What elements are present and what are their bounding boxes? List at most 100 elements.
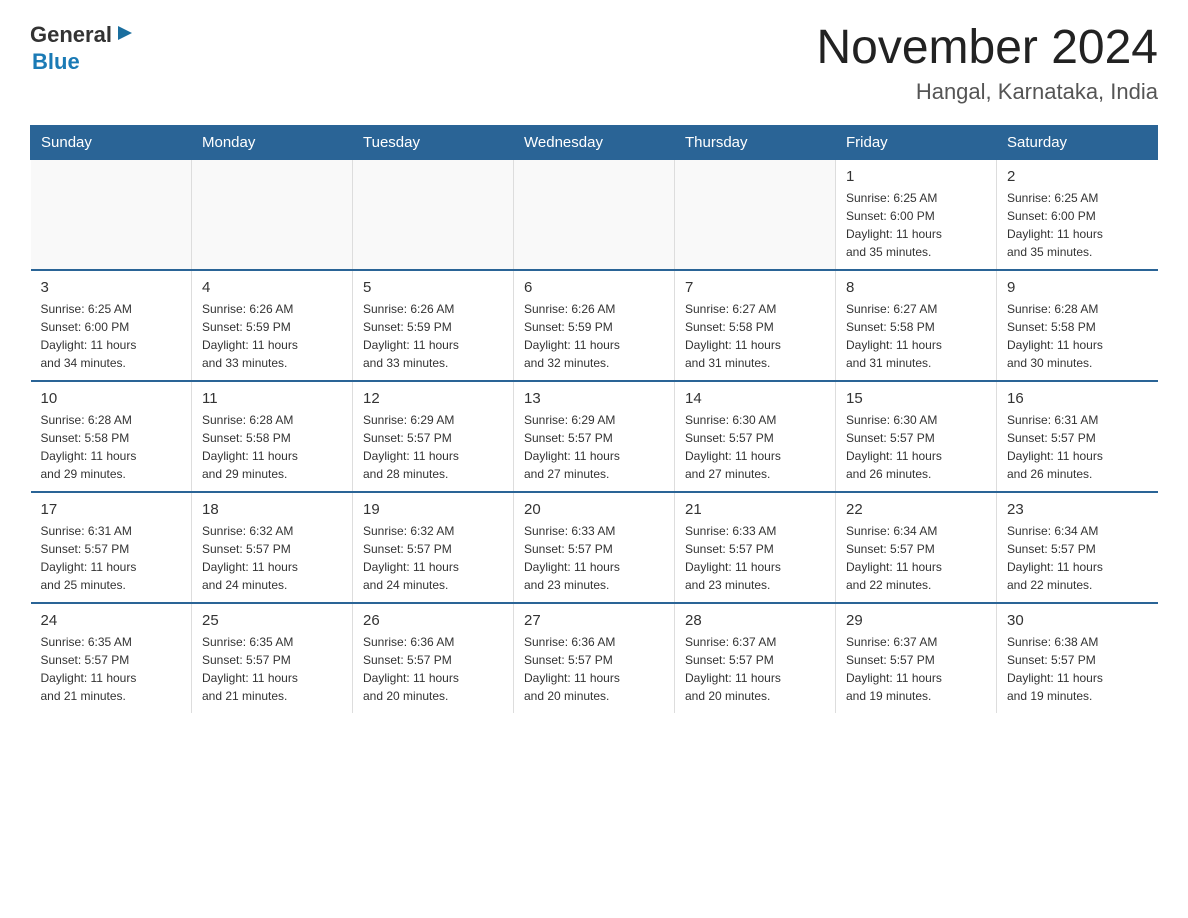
day-number: 14 [685, 390, 825, 407]
day-info: Sunrise: 6:26 AMSunset: 5:59 PMDaylight:… [524, 300, 664, 372]
day-number: 30 [1007, 612, 1148, 629]
day-info: Sunrise: 6:35 AMSunset: 5:57 PMDaylight:… [202, 633, 342, 705]
calendar-cell: 17 Sunrise: 6:31 AMSunset: 5:57 PMDayligh… [31, 492, 192, 603]
day-info: Sunrise: 6:34 AMSunset: 5:57 PMDaylight:… [1007, 522, 1148, 594]
weekday-header-wednesday: Wednesday [514, 126, 675, 160]
day-info: Sunrise: 6:37 AMSunset: 5:57 PMDaylight:… [685, 633, 825, 705]
day-info: Sunrise: 6:25 AMSunset: 6:00 PMDaylight:… [1007, 189, 1148, 261]
day-info: Sunrise: 6:38 AMSunset: 5:57 PMDaylight:… [1007, 633, 1148, 705]
day-number: 19 [363, 501, 503, 518]
day-info: Sunrise: 6:32 AMSunset: 5:57 PMDaylight:… [363, 522, 503, 594]
calendar-cell: 12 Sunrise: 6:29 AMSunset: 5:57 PMDayligh… [353, 381, 514, 492]
calendar-cell: 24 Sunrise: 6:35 AMSunset: 5:57 PMDayligh… [31, 603, 192, 713]
calendar-cell: 2 Sunrise: 6:25 AMSunset: 6:00 PMDaylight… [997, 160, 1158, 271]
day-number: 23 [1007, 501, 1148, 518]
logo-text-blue: Blue [32, 49, 80, 75]
calendar-cell: 3Sunrise: 6:25 AMSunset: 6:00 PMDaylight… [31, 270, 192, 381]
calendar-cell: 14 Sunrise: 6:30 AMSunset: 5:57 PMDayligh… [675, 381, 836, 492]
day-info: Sunrise: 6:36 AMSunset: 5:57 PMDaylight:… [524, 633, 664, 705]
day-number: 2 [1007, 168, 1148, 185]
day-number: 25 [202, 612, 342, 629]
calendar-subtitle: Hangal, Karnataka, India [816, 79, 1158, 105]
calendar-cell: 11 Sunrise: 6:28 AMSunset: 5:58 PMDayligh… [192, 381, 353, 492]
calendar-cell: 10 Sunrise: 6:28 AMSunset: 5:58 PMDayligh… [31, 381, 192, 492]
calendar-cell: 7 Sunrise: 6:27 AMSunset: 5:58 PMDaylight… [675, 270, 836, 381]
day-info: Sunrise: 6:27 AMSunset: 5:58 PMDaylight:… [685, 300, 825, 372]
day-number: 7 [685, 279, 825, 296]
day-info: Sunrise: 6:26 AMSunset: 5:59 PMDaylight:… [363, 300, 503, 372]
day-info: Sunrise: 6:29 AMSunset: 5:57 PMDaylight:… [524, 411, 664, 483]
day-number: 22 [846, 501, 986, 518]
logo: General Blue [30, 20, 136, 75]
day-number: 20 [524, 501, 664, 518]
calendar-cell: 20 Sunrise: 6:33 AMSunset: 5:57 PMDayligh… [514, 492, 675, 603]
day-info: Sunrise: 6:28 AMSunset: 5:58 PMDaylight:… [202, 411, 342, 483]
weekday-header-row: SundayMondayTuesdayWednesdayThursdayFrid… [31, 126, 1158, 160]
logo-text-general: General [30, 22, 112, 48]
day-info: Sunrise: 6:28 AMSunset: 5:58 PMDaylight:… [41, 411, 182, 483]
day-number: 11 [202, 390, 342, 407]
day-number: 26 [363, 612, 503, 629]
calendar-cell: 16 Sunrise: 6:31 AMSunset: 5:57 PMDayligh… [997, 381, 1158, 492]
calendar-table: SundayMondayTuesdayWednesdayThursdayFrid… [30, 125, 1158, 713]
calendar-cell: 15 Sunrise: 6:30 AMSunset: 5:57 PMDayligh… [836, 381, 997, 492]
calendar-cell: 13 Sunrise: 6:29 AMSunset: 5:57 PMDayligh… [514, 381, 675, 492]
day-info: Sunrise: 6:30 AMSunset: 5:57 PMDaylight:… [846, 411, 986, 483]
weekday-header-saturday: Saturday [997, 126, 1158, 160]
day-info: Sunrise: 6:28 AMSunset: 5:58 PMDaylight:… [1007, 300, 1148, 372]
weekday-header-thursday: Thursday [675, 126, 836, 160]
calendar-cell: 1 Sunrise: 6:25 AMSunset: 6:00 PMDaylight… [836, 160, 997, 271]
day-number: 12 [363, 390, 503, 407]
day-number: 13 [524, 390, 664, 407]
day-info: Sunrise: 6:30 AMSunset: 5:57 PMDaylight:… [685, 411, 825, 483]
day-number: 28 [685, 612, 825, 629]
calendar-cell: 4 Sunrise: 6:26 AMSunset: 5:59 PMDaylight… [192, 270, 353, 381]
day-info: Sunrise: 6:26 AMSunset: 5:59 PMDaylight:… [202, 300, 342, 372]
calendar-cell: 23 Sunrise: 6:34 AMSunset: 5:57 PMDayligh… [997, 492, 1158, 603]
day-number: 15 [846, 390, 986, 407]
calendar-cell: 22Sunrise: 6:34 AMSunset: 5:57 PMDayligh… [836, 492, 997, 603]
calendar-cell [353, 160, 514, 271]
calendar-cell: 26Sunrise: 6:36 AMSunset: 5:57 PMDayligh… [353, 603, 514, 713]
weekday-header-tuesday: Tuesday [353, 126, 514, 160]
calendar-cell: 5 Sunrise: 6:26 AMSunset: 5:59 PMDaylight… [353, 270, 514, 381]
weekday-header-friday: Friday [836, 126, 997, 160]
day-info: Sunrise: 6:35 AMSunset: 5:57 PMDaylight:… [41, 633, 182, 705]
day-info: Sunrise: 6:31 AMSunset: 5:57 PMDaylight:… [1007, 411, 1148, 483]
day-number: 17 [41, 501, 182, 518]
day-info: Sunrise: 6:27 AMSunset: 5:58 PMDaylight:… [846, 300, 986, 372]
day-number: 21 [685, 501, 825, 518]
day-number: 4 [202, 279, 342, 296]
day-info: Sunrise: 6:33 AMSunset: 5:57 PMDaylight:… [524, 522, 664, 594]
page-header: General Blue November 2024 Hangal, Karna… [30, 20, 1158, 105]
calendar-cell: 30 Sunrise: 6:38 AMSunset: 5:57 PMDayligh… [997, 603, 1158, 713]
day-number: 5 [363, 279, 503, 296]
day-number: 24 [41, 612, 182, 629]
day-number: 10 [41, 390, 182, 407]
calendar-cell: 25 Sunrise: 6:35 AMSunset: 5:57 PMDayligh… [192, 603, 353, 713]
title-section: November 2024 Hangal, Karnataka, India [816, 20, 1158, 105]
day-number: 1 [846, 168, 986, 185]
day-number: 16 [1007, 390, 1148, 407]
calendar-cell: 21 Sunrise: 6:33 AMSunset: 5:57 PMDayligh… [675, 492, 836, 603]
calendar-cell: 8 Sunrise: 6:27 AMSunset: 5:58 PMDaylight… [836, 270, 997, 381]
calendar-cell [31, 160, 192, 271]
week-row-2: 3Sunrise: 6:25 AMSunset: 6:00 PMDaylight… [31, 270, 1158, 381]
weekday-header-sunday: Sunday [31, 126, 192, 160]
calendar-header: SundayMondayTuesdayWednesdayThursdayFrid… [31, 126, 1158, 160]
day-info: Sunrise: 6:33 AMSunset: 5:57 PMDaylight:… [685, 522, 825, 594]
calendar-body: 1 Sunrise: 6:25 AMSunset: 6:00 PMDaylight… [31, 160, 1158, 714]
calendar-cell: 18Sunrise: 6:32 AMSunset: 5:57 PMDayligh… [192, 492, 353, 603]
day-number: 8 [846, 279, 986, 296]
week-row-3: 10 Sunrise: 6:28 AMSunset: 5:58 PMDayligh… [31, 381, 1158, 492]
day-info: Sunrise: 6:31 AMSunset: 5:57 PMDaylight:… [41, 522, 182, 594]
weekday-header-monday: Monday [192, 126, 353, 160]
day-number: 29 [846, 612, 986, 629]
day-info: Sunrise: 6:25 AMSunset: 6:00 PMDaylight:… [846, 189, 986, 261]
day-number: 18 [202, 501, 342, 518]
calendar-cell: 27 Sunrise: 6:36 AMSunset: 5:57 PMDayligh… [514, 603, 675, 713]
day-info: Sunrise: 6:29 AMSunset: 5:57 PMDaylight:… [363, 411, 503, 483]
day-info: Sunrise: 6:25 AMSunset: 6:00 PMDaylight:… [41, 300, 182, 372]
calendar-cell [675, 160, 836, 271]
day-number: 27 [524, 612, 664, 629]
